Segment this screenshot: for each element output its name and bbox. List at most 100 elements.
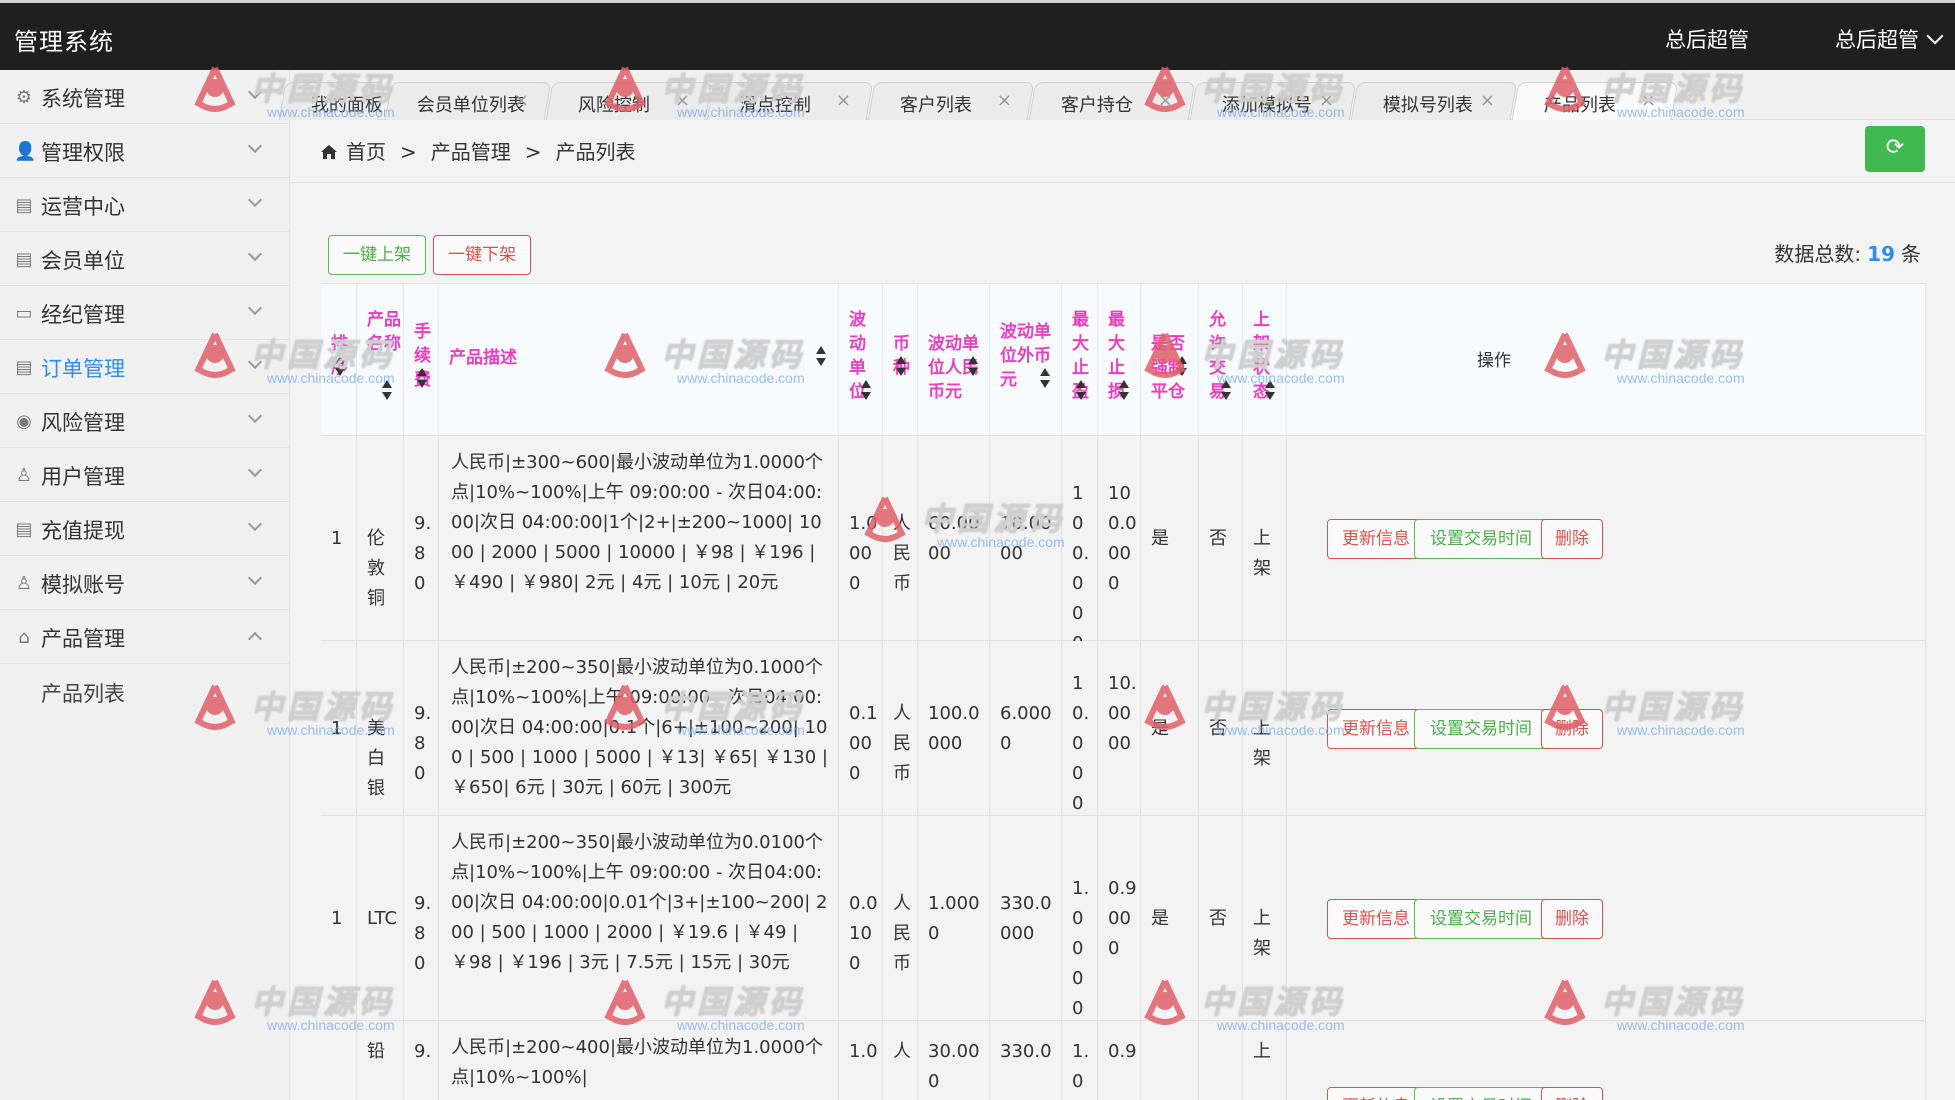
set-trade-time-button[interactable]: 设置交易时间 xyxy=(1414,708,1548,749)
sidebar-item[interactable]: ⚙ 系统管理 xyxy=(0,70,290,124)
sidebar-item[interactable]: ▭ 经纪管理 xyxy=(0,286,290,340)
refresh-button[interactable]: ⟳ xyxy=(1865,126,1925,172)
table-header-ops: 操作 xyxy=(1287,284,1926,436)
cell-value: 9.80 xyxy=(414,702,432,784)
update-info-button[interactable]: 更新信息 xyxy=(1327,518,1425,559)
tab-item[interactable]: 风险控制 × xyxy=(545,82,713,120)
table-header-unit[interactable]: 波动单位 xyxy=(839,284,883,436)
cell-desc: 人民币|±200~350|最小波动单位为0.1000个点|10%~100%|上午… xyxy=(439,641,839,815)
table-header-name[interactable]: 产品名称 xyxy=(357,284,404,436)
chevron-down-icon xyxy=(247,570,263,586)
sidebar-item[interactable]: ▤ 会员单位 xyxy=(0,232,290,286)
close-icon[interactable]: × xyxy=(514,90,529,111)
cell-status: 上 xyxy=(1243,1021,1287,1100)
delete-button[interactable]: 删除 xyxy=(1541,898,1603,939)
sidebar-item[interactable]: ♙ 用户管理 xyxy=(0,448,290,502)
delete-button[interactable]: 删除 xyxy=(1541,708,1603,749)
set-trade-time-button[interactable]: 设置交易时间 xyxy=(1414,898,1548,939)
close-icon[interactable]: × xyxy=(1480,90,1495,111)
delete-button[interactable]: 删除 xyxy=(1541,1087,1603,1100)
tab-bar: 我的面板 会员单位列表 × 风险控制 × 滑点控制 × 客户列表 × 客户持仓 × 添加模拟号 × 模拟号… xyxy=(278,70,1955,120)
chevron-down-icon[interactable] xyxy=(1926,27,1944,45)
tab-item[interactable]: 客户持仓 × xyxy=(1028,82,1196,120)
sort-icon[interactable] xyxy=(816,346,826,368)
tab-item[interactable]: 我的面板 xyxy=(278,82,386,120)
sort-icon[interactable] xyxy=(335,356,345,378)
table-header-unit-fx[interactable]: 波动单位外币元 xyxy=(990,284,1062,436)
sort-icon[interactable] xyxy=(1040,368,1050,390)
close-icon[interactable]: × xyxy=(997,90,1012,111)
cell-ops: 更新信息设置交易时间删除 xyxy=(1287,1021,1926,1100)
breadcrumb-level1[interactable]: 产品管理 xyxy=(431,136,511,165)
sidebar-item[interactable]: ▤ 运营中心 xyxy=(0,178,290,232)
breadcrumb-home[interactable]: 首页 xyxy=(346,136,386,165)
sort-icon[interactable] xyxy=(1221,380,1231,402)
sidebar-item-label: 充值提现 xyxy=(41,519,125,543)
sidebar-item[interactable]: ▤ 订单管理 xyxy=(0,340,290,394)
update-info-button[interactable]: 更新信息 xyxy=(1327,708,1425,749)
table-header-unit-rmb[interactable]: 波动单位人民币元 xyxy=(918,284,990,436)
sort-icon[interactable] xyxy=(1265,380,1275,402)
tab-item[interactable]: 添加模拟号 × xyxy=(1189,82,1357,120)
tab-item[interactable]: 产品列表 × xyxy=(1511,82,1679,120)
sort-icon[interactable] xyxy=(1177,356,1187,378)
tab-item[interactable]: 会员单位列表 × xyxy=(384,82,552,120)
sort-icon[interactable] xyxy=(382,380,392,402)
tab-item[interactable]: 模拟号列表 × xyxy=(1350,82,1518,120)
sidebar-subitem[interactable]: 产品列表 xyxy=(0,664,290,718)
set-trade-time-button[interactable]: 设置交易时间 xyxy=(1414,518,1548,559)
sidebar-item-label: 产品管理 xyxy=(41,627,125,651)
table-header-allow[interactable]: 允许交易 xyxy=(1199,284,1243,436)
table-header-sort[interactable]: 排序 xyxy=(321,284,357,436)
unlist-all-button[interactable]: 一键下架 xyxy=(433,235,531,275)
close-icon[interactable]: × xyxy=(1158,90,1173,111)
table-header-fee[interactable]: 手续费 xyxy=(404,284,439,436)
cell-unit: 1.0 xyxy=(839,1021,883,1100)
user-menu[interactable]: 总后超管 xyxy=(1835,24,1919,54)
sort-icon[interactable] xyxy=(1119,380,1129,402)
delete-button[interactable]: 删除 xyxy=(1541,518,1603,559)
close-icon[interactable]: × xyxy=(1641,90,1656,111)
sort-icon[interactable] xyxy=(1076,380,1086,402)
cell-value: 10.0000 xyxy=(1108,672,1137,754)
tab-item[interactable]: 滑点控制 × xyxy=(706,82,874,120)
sidebar-item[interactable]: ◉ 风险管理 xyxy=(0,394,290,448)
column-header-label: 波动单位外币元 xyxy=(1000,322,1051,390)
cell-value: 否 xyxy=(1209,717,1227,739)
bag-icon: ⌂ xyxy=(18,627,30,648)
sidebar-item[interactable]: ♙ 模拟账号 xyxy=(0,556,290,610)
sort-icon[interactable] xyxy=(968,356,978,378)
table-header-max-profit[interactable]: 最大止盈 xyxy=(1062,284,1098,436)
set-trade-time-button[interactable]: 设置交易时间 xyxy=(1414,1087,1548,1100)
sort-icon[interactable] xyxy=(861,380,871,402)
tab-item[interactable]: 客户列表 × xyxy=(867,82,1035,120)
cell-unit-fx: 10.0000 xyxy=(990,436,1062,640)
table-header-status[interactable]: 上架状态 xyxy=(1243,284,1287,436)
close-icon[interactable]: × xyxy=(836,90,851,111)
list-all-button[interactable]: 一键上架 xyxy=(328,235,426,275)
cell-value: 9.80 xyxy=(414,512,432,594)
chevron-down-icon xyxy=(247,246,263,262)
update-info-button[interactable]: 更新信息 xyxy=(1327,898,1425,939)
table-row: 1 伦敦铜 9.80 人民币|±300~600|最小波动单位为1.0000个点|10%… xyxy=(321,436,1926,684)
sidebar-item[interactable]: ⌂ 产品管理 xyxy=(0,610,290,664)
sort-icon[interactable] xyxy=(417,368,427,390)
refresh-icon: ⟳ xyxy=(1885,135,1905,160)
cell-unit-fx: 330.0 xyxy=(990,1021,1062,1100)
sidebar-item[interactable]: 👤 管理权限 xyxy=(0,124,290,178)
cell-value: 上架 xyxy=(1253,717,1271,769)
close-icon[interactable]: × xyxy=(675,90,690,111)
sort-icon[interactable] xyxy=(896,356,906,378)
table-header-desc[interactable]: 产品描述 xyxy=(439,284,839,436)
table-header-force[interactable]: 是否强制平仓 xyxy=(1141,284,1199,436)
sidebar-item[interactable]: ▤ 充值提现 xyxy=(0,502,290,556)
table-header-max-loss[interactable]: 最大止损 xyxy=(1098,284,1141,436)
breadcrumb-separator: > xyxy=(400,140,417,164)
column-header-label: 操作 xyxy=(1477,351,1511,371)
update-info-button[interactable]: 更新信息 xyxy=(1327,1087,1425,1100)
table-header-currency[interactable]: 币种 xyxy=(883,284,918,436)
chevron-down-icon xyxy=(247,462,263,478)
close-icon[interactable]: × xyxy=(1319,90,1334,111)
main-content: 首页 > 产品管理 > 产品列表 ⟳ 一键上架 一键下架 数据总数: 19 条 排序 产品名称… xyxy=(290,120,1955,1100)
cell-value: 否 xyxy=(1209,527,1227,549)
